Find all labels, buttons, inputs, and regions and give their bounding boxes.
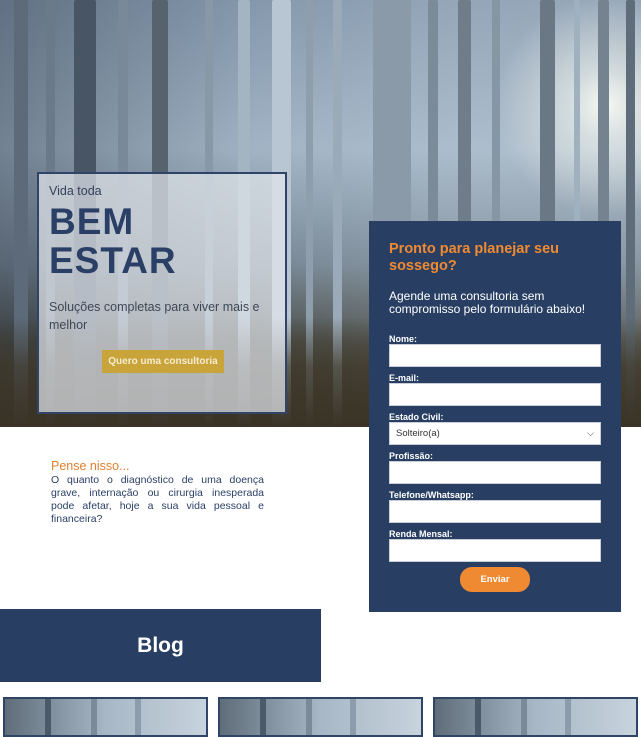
field-group-phone: Telefone/Whatsapp: <box>389 490 601 529</box>
name-input[interactable] <box>389 344 601 367</box>
hero-subtitle: Soluções completas para viver mais e mel… <box>49 300 260 332</box>
blog-card[interactable] <box>433 697 638 737</box>
blog-card[interactable] <box>3 697 208 737</box>
email-input[interactable] <box>389 383 601 406</box>
blog-card[interactable] <box>218 697 423 737</box>
form-fields: Nome: E-mail: Estado Civil: Solteiro(a) … <box>389 334 601 568</box>
field-group-email: E-mail: <box>389 373 601 412</box>
marital-status-select[interactable]: Solteiro(a) ⌵ <box>389 422 601 445</box>
phone-input[interactable] <box>389 500 601 523</box>
field-group-name: Nome: <box>389 334 601 373</box>
profession-input[interactable] <box>389 461 601 484</box>
field-group-income: Renda Mensal: <box>389 529 601 568</box>
field-group-marital: Estado Civil: Solteiro(a) ⌵ <box>389 412 601 451</box>
contact-form-panel: Pronto para planejar seu sossego? Agende… <box>369 221 621 612</box>
think-section: Pense nisso... O quanto o diagnóstico de… <box>51 459 264 526</box>
name-label: Nome: <box>389 334 418 344</box>
form-title: Pronto para planejar seu sossego? <box>389 241 560 274</box>
think-text: O quanto o diagnóstico de uma doença gra… <box>51 474 264 525</box>
phone-label: Telefone/Whatsapp: <box>389 490 474 500</box>
income-input[interactable] <box>389 539 601 562</box>
blog-header: Blog <box>0 609 321 682</box>
hero-info-box: Vida toda BEM ESTAR Soluções completas p… <box>37 172 287 414</box>
field-group-profession: Profissão: <box>389 451 601 490</box>
submit-button[interactable]: Enviar <box>460 567 530 592</box>
profession-label: Profissão: <box>389 451 434 461</box>
consultation-button[interactable]: Quero uma consultoria <box>102 350 224 373</box>
hero-title-line2: ESTAR <box>49 240 177 281</box>
income-label: Renda Mensal: <box>389 529 453 539</box>
chevron-down-icon: ⌵ <box>587 428 594 438</box>
form-subtitle: Agende uma consultoria sem compromisso p… <box>389 289 586 316</box>
think-title: Pense nisso... <box>51 459 130 473</box>
marital-status-value: Solteiro(a) <box>396 428 440 439</box>
blog-title: Blog <box>137 633 184 657</box>
email-label: E-mail: <box>389 373 420 383</box>
hero-title: BEM ESTAR <box>49 202 275 280</box>
hero-kicker: Vida toda <box>49 184 102 198</box>
hero-title-line1: BEM <box>49 201 135 242</box>
marital-status-label: Estado Civil: <box>389 412 444 422</box>
